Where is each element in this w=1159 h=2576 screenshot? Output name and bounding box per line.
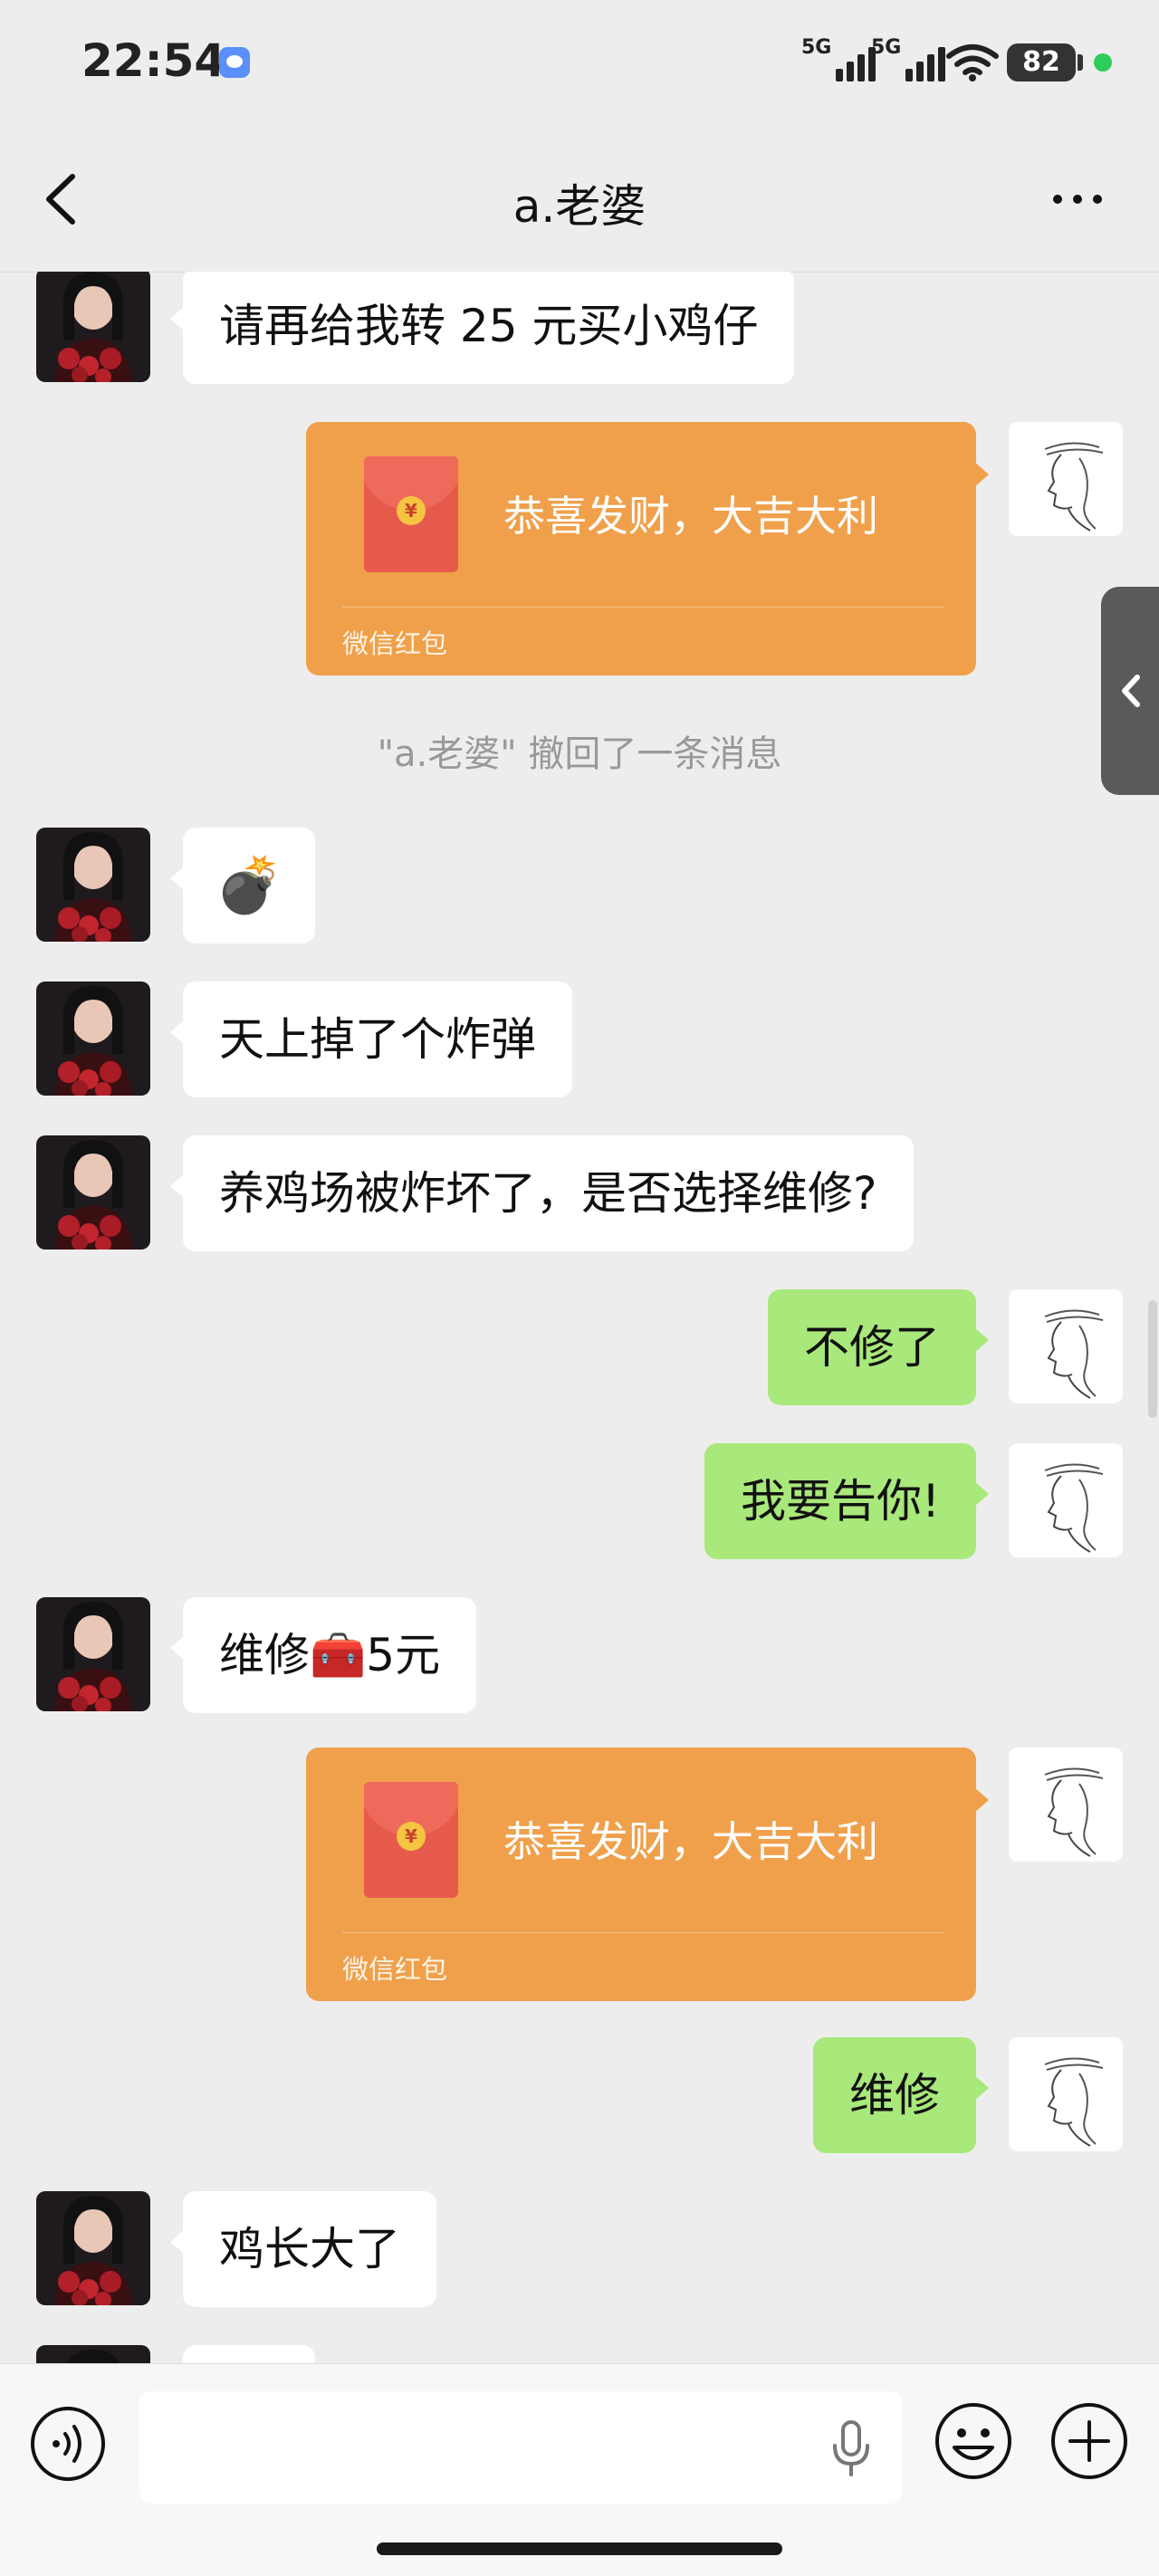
chat-title: a.老婆 [512, 180, 647, 233]
contact-avatar[interactable] [36, 2345, 150, 2363]
chevron-left-icon [1122, 675, 1140, 707]
contact-avatar[interactable] [36, 1597, 150, 1711]
message-bubble[interactable]: 请再给我转 25 元买小鸡仔 [169, 272, 795, 384]
message-bubble[interactable]: 我要告你! [704, 1443, 990, 1559]
red-packet-title: 恭喜发财，大吉大利 [503, 492, 878, 541]
message-bubble[interactable] [183, 2345, 315, 2363]
message-bubble[interactable]: 维修🧰5元 [169, 1597, 477, 1713]
contact-avatar[interactable] [36, 272, 150, 382]
wifi-icon [946, 44, 999, 81]
scrollbar[interactable] [1148, 1300, 1157, 1418]
message-list[interactable]: 请再给我转 25 元买小鸡仔 ¥ 恭喜发财，大吉大利 微信红包 "a.老婆" 撤… [0, 272, 1159, 2363]
my-avatar[interactable] [1009, 1443, 1123, 1557]
nav-bar: a.老婆 [0, 127, 1159, 273]
message-bubble[interactable]: 养鸡场被炸坏了，是否选择维修? [170, 1135, 914, 1251]
my-avatar[interactable] [1009, 1748, 1123, 1862]
message-bubble[interactable]: 天上掉了个炸弹 [170, 982, 572, 1097]
mic-icon[interactable] [824, 2417, 878, 2480]
status-time: 22:54 [81, 34, 226, 87]
message-input[interactable] [139, 2391, 902, 2504]
my-avatar[interactable] [1009, 422, 1123, 536]
contact-avatar[interactable] [36, 828, 150, 942]
voice-icon[interactable] [29, 2405, 107, 2483]
system-message: "a.老婆" 撤回了一条消息 [377, 733, 782, 775]
signal-icon: 5G [871, 36, 953, 81]
divider [342, 607, 943, 608]
status-bar: 22:54 5G 5G 82 [0, 0, 1159, 127]
red-packet-icon: ¥ [364, 1782, 458, 1898]
bomb-emoji-message[interactable]: 💣 [170, 828, 315, 943]
battery-icon: 82 [1007, 43, 1083, 81]
network-type-label: 5G [871, 36, 902, 59]
my-avatar[interactable] [1009, 1289, 1123, 1403]
wechat-app-icon [219, 47, 250, 78]
privacy-indicator [1094, 53, 1112, 72]
red-packet-title: 恭喜发财，大吉大利 [503, 1817, 878, 1866]
contact-avatar[interactable] [36, 2191, 150, 2305]
home-indicator[interactable] [377, 2542, 782, 2555]
red-packet-message[interactable]: ¥ 恭喜发财，大吉大利 微信红包 [306, 1748, 989, 2001]
message-bubble[interactable]: 维修 [813, 2037, 989, 2153]
contact-avatar[interactable] [36, 982, 150, 1096]
message-bubble[interactable]: 不修了 [768, 1289, 989, 1405]
divider [342, 1932, 943, 1933]
emoji-icon[interactable] [933, 2400, 1014, 2482]
network-type-label: 5G [801, 36, 832, 59]
side-panel-handle[interactable] [1101, 587, 1159, 795]
red-packet-label: 微信红包 [342, 628, 448, 659]
my-avatar[interactable] [1009, 2037, 1123, 2151]
contact-avatar[interactable] [36, 1135, 150, 1250]
plus-icon[interactable] [1049, 2400, 1130, 2482]
red-packet-icon: ¥ [364, 456, 458, 572]
more-icon[interactable] [1041, 177, 1114, 222]
red-packet-message[interactable]: ¥ 恭喜发财，大吉大利 微信红包 [306, 422, 989, 675]
red-packet-label: 微信红包 [342, 1954, 448, 1985]
message-bubble[interactable]: 鸡长大了 [170, 2191, 436, 2307]
